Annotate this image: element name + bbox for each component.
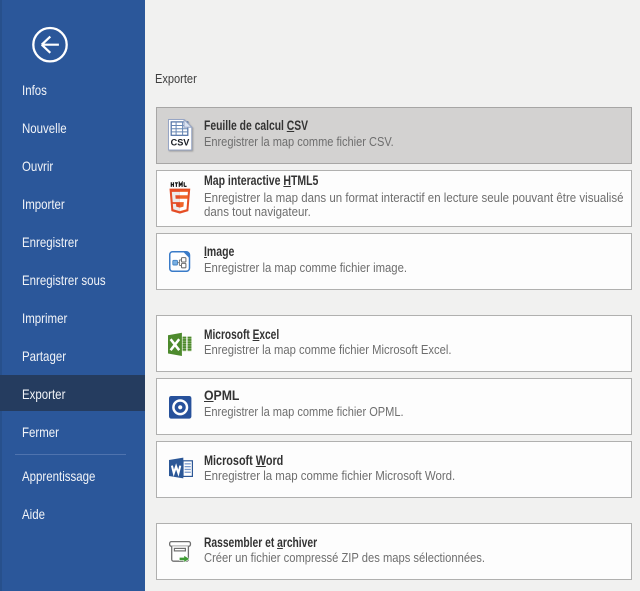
svg-text:CSV: CSV xyxy=(171,137,191,148)
